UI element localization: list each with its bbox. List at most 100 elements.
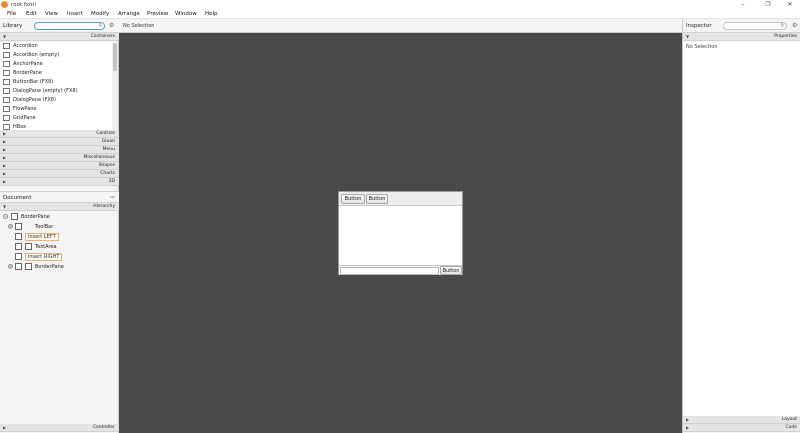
tree-insert-right[interactable]: insert RIGHT [0, 252, 119, 262]
gridpane-icon [3, 115, 10, 121]
chevron-right-icon: ▶ [3, 139, 7, 144]
preview-textarea[interactable] [339, 206, 462, 265]
chevron-right-icon: ▶ [3, 147, 7, 152]
section-code[interactable]: ▶ Code [683, 424, 800, 432]
window-title: root.fxml [11, 2, 36, 8]
section-containers[interactable]: ▼ Containers [0, 33, 119, 41]
library-item-dialogpane[interactable]: DialogPane (FX8) [0, 96, 112, 105]
preview-text-field[interactable] [340, 267, 439, 275]
section-controller[interactable]: ▶ Controller [0, 424, 119, 432]
list-item-label: Accordion (empty) [13, 52, 60, 58]
library-item-anchorpane[interactable]: AnchorPane [0, 60, 112, 69]
tree-node-label: BorderPane [35, 264, 64, 270]
dialogpane-icon [3, 88, 10, 94]
chevron-down-icon: ▼ [3, 204, 7, 209]
menu-window[interactable]: Window [175, 11, 197, 17]
gear-icon[interactable]: ⚙ [792, 22, 797, 29]
section-layout[interactable]: ▶ Layout [683, 416, 800, 424]
library-item-gridpane[interactable]: GridPane [0, 114, 112, 123]
scrollbar-thumb[interactable] [113, 43, 117, 71]
section-3d[interactable]: ▶ 3D [0, 178, 119, 186]
menu-preview[interactable]: Preview [147, 11, 168, 17]
section-label: 3D [108, 179, 115, 184]
collapse-panel-icon[interactable]: ⇨ [110, 194, 115, 201]
tree-insert-left[interactable]: insert LEFT [0, 232, 119, 242]
library-item-dialogpane-empty[interactable]: DialogPane (empty) (FX8) [0, 87, 112, 96]
section-gluon[interactable]: ▶ Gluon [0, 138, 119, 146]
list-item-label: FlowPane [13, 106, 37, 112]
library-item-flowpane[interactable]: FlowPane [0, 105, 112, 114]
list-item-label: AnchorPane [13, 61, 43, 67]
preview-toolbar-button-2[interactable]: Button [366, 194, 388, 204]
section-miscellaneous[interactable]: ▶ Miscellaneous [0, 154, 119, 162]
menu-insert[interactable]: Insert [67, 11, 83, 17]
minimize-button[interactable]: – [733, 0, 753, 10]
library-item-accordion-empty[interactable]: Accordion (empty) [0, 51, 112, 60]
preview-toolbar-button-1[interactable]: Button [341, 194, 365, 204]
menu-bar: File Edit View Insert Modify Arrange Pre… [0, 10, 800, 19]
tree-node-toolbar[interactable]: + ToolBar [0, 222, 119, 232]
section-label: Hierarchy [93, 204, 115, 209]
section-label: Controller [92, 425, 115, 430]
borderpane-preview[interactable]: Button Button Button [338, 191, 463, 275]
library-item-borderpane[interactable]: BorderPane [0, 69, 112, 78]
chevron-right-icon: ▶ [3, 171, 7, 176]
maximize-button[interactable]: ❐ [758, 0, 778, 10]
section-label: Properties [774, 34, 797, 39]
library-scrollbar[interactable] [112, 42, 118, 130]
library-item-accordion[interactable]: Accordion [0, 42, 112, 51]
section-label: Code [785, 425, 797, 430]
inspector-title: Inspector [686, 23, 712, 29]
flowpane-icon [3, 106, 10, 112]
textarea-node-icon [25, 243, 32, 250]
title-bar: root.fxml – ❐ ✕ [0, 0, 800, 10]
gear-icon[interactable]: ⚙ [109, 22, 114, 29]
insert-left-tag[interactable]: insert LEFT [25, 233, 59, 241]
library-search-input[interactable]: ⚲ [34, 22, 105, 30]
section-shapes[interactable]: ▶ Shapes [0, 162, 119, 170]
close-button[interactable]: ✕ [780, 0, 800, 10]
preview-bottom-button[interactable]: Button [440, 266, 462, 275]
search-icon: ⚲ [98, 23, 102, 29]
section-properties[interactable]: ▼ Properties [683, 33, 800, 41]
no-selection-text: No Selection [686, 44, 718, 50]
tree-node-label: TextArea [35, 244, 57, 250]
collapse-toggle-icon[interactable]: − [3, 214, 8, 219]
chevron-down-icon: ▼ [686, 34, 690, 39]
menu-modify[interactable]: Modify [91, 11, 109, 17]
menu-view[interactable]: View [45, 11, 58, 17]
insert-right-icon [15, 253, 22, 260]
library-item-hbox[interactable]: HBox [0, 123, 112, 130]
insert-right-tag[interactable]: insert RIGHT [25, 253, 63, 261]
section-hierarchy[interactable]: ▼ Hierarchy [0, 203, 119, 211]
library-title: Library [3, 23, 23, 29]
selection-bar: No Selection [119, 19, 682, 33]
chevron-right-icon: ▶ [3, 179, 7, 184]
menu-help[interactable]: Help [205, 11, 218, 17]
tree-node-label: ToolBar [35, 224, 54, 230]
borderpane-icon [3, 70, 10, 76]
section-charts[interactable]: ▶ Charts [0, 170, 119, 178]
list-item-label: ButtonBar (FX8) [13, 79, 54, 85]
chevron-down-icon: ▼ [3, 34, 7, 39]
menu-arrange[interactable]: Arrange [118, 11, 140, 17]
design-canvas[interactable]: No Selection Button Button Button [119, 19, 682, 433]
preview-toolbar[interactable]: Button Button [339, 192, 462, 206]
tree-node-borderpane[interactable]: − BorderPane [0, 212, 119, 222]
menu-file[interactable]: File [7, 11, 16, 17]
expand-toggle-icon[interactable]: + [8, 264, 13, 269]
menu-edit[interactable]: Edit [26, 11, 37, 17]
library-list: Accordion Accordion (empty) AnchorPane B… [0, 42, 112, 130]
preview-bottom-pane[interactable]: Button [339, 265, 462, 275]
tree-node-borderpane-bottom[interactable]: + BorderPane [0, 262, 119, 272]
section-menu[interactable]: ▶ Menu [0, 146, 119, 154]
list-item-label: BorderPane [13, 70, 42, 76]
expand-toggle-icon[interactable]: + [8, 224, 13, 229]
tree-node-textarea[interactable]: TextArea [0, 242, 119, 252]
properties-body: No Selection [683, 41, 800, 416]
section-controls[interactable]: ▶ Controls [0, 130, 119, 138]
section-label: Menu [102, 147, 115, 152]
inspector-search-input[interactable]: ⚲ [723, 22, 787, 30]
list-item-label: DialogPane (empty) (FX8) [13, 88, 78, 94]
library-item-buttonbar[interactable]: ButtonBar (FX8) [0, 78, 112, 87]
